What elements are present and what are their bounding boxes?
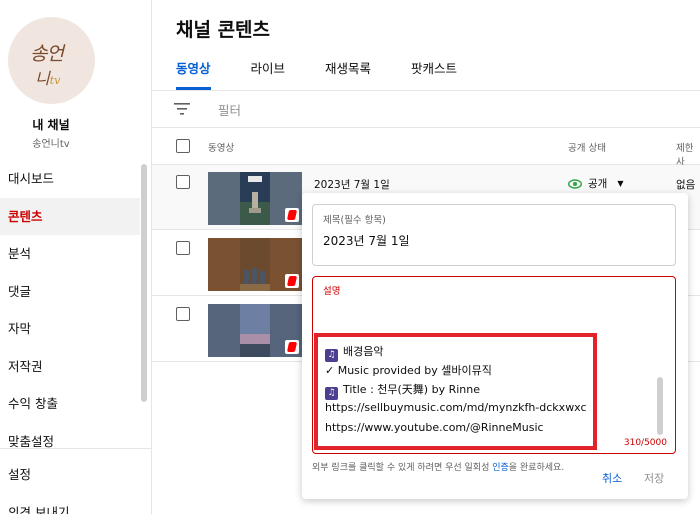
select-all-checkbox[interactable] xyxy=(176,139,190,153)
save-button[interactable]: 저장 xyxy=(644,470,664,486)
sidebar-divider xyxy=(0,448,152,449)
visibility-dropdown[interactable]: 공개 ▼ xyxy=(568,176,623,191)
main-content: 채널 콘텐츠 동영상 라이브 재생목록 팟캐스트 필터 동영상 공개 상태 제한… xyxy=(152,0,700,514)
shorts-icon xyxy=(285,274,299,288)
title-field-label: 제목(필수 항목) xyxy=(323,215,386,226)
verification-link[interactable]: 인증 xyxy=(492,463,509,473)
content-tabs: 동영상 라이브 재생목록 팟캐스트 xyxy=(176,58,497,90)
cancel-button[interactable]: 취소 xyxy=(602,470,622,486)
visibility-label: 공개 xyxy=(588,178,608,190)
verification-help-text: 외부 링크를 클릭할 수 있게 하려면 우선 일회성 인증을 완료하세요. xyxy=(312,463,565,473)
sidebar: 송언 니tv 내 채널 송언니tv 대시보드 콘텐츠 분석 댓글 자막 저작권 … xyxy=(0,0,152,514)
description-line[interactable]: ♫ 배경음악 xyxy=(325,343,383,362)
sidebar-item-content[interactable]: 콘텐츠 xyxy=(0,197,140,235)
page-title: 채널 콘텐츠 xyxy=(176,19,271,41)
column-header-video: 동영상 xyxy=(208,143,235,154)
row-checkbox[interactable] xyxy=(176,175,190,189)
shorts-icon xyxy=(285,340,299,354)
video-title[interactable]: 2023년 7월 1일 xyxy=(314,177,390,192)
caret-down-icon: ▼ xyxy=(617,179,624,188)
description-link[interactable]: https://www.youtube.com/@RinneMusic xyxy=(325,421,544,434)
thumbnail-image xyxy=(240,172,270,225)
channel-avatar[interactable]: 송언 니tv xyxy=(8,17,95,104)
avatar-text-line2: 니tv xyxy=(35,69,61,88)
description-line[interactable]: ♫ Title : 천무(天舞) by Rinne xyxy=(325,381,480,400)
sidebar-item-feedback[interactable]: 의견 보내기 xyxy=(0,494,140,514)
video-thumbnail[interactable] xyxy=(208,172,302,225)
sidebar-item-dashboard[interactable]: 대시보드 xyxy=(0,160,140,198)
description-link[interactable]: https://sellbuymusic.com/md/mynzkfh-dckx… xyxy=(325,401,587,414)
tab-playlists[interactable]: 재생목록 xyxy=(325,58,371,90)
filter-bar[interactable]: 필터 xyxy=(152,91,700,128)
tab-live[interactable]: 라이브 xyxy=(251,58,286,90)
sidebar-item-comments[interactable]: 댓글 xyxy=(0,273,140,311)
sidebar-item-customization[interactable]: 맞춤설정 xyxy=(0,423,140,461)
character-counter: 310/5000 xyxy=(623,438,667,448)
title-input[interactable]: 2023년 7월 1일 xyxy=(323,232,410,249)
music-note-icon: ♫ xyxy=(325,349,338,362)
sidebar-item-subtitles[interactable]: 자막 xyxy=(0,310,140,348)
description-scrollbar[interactable] xyxy=(657,377,663,435)
description-highlight-box: ♫ 배경음악 ✓ Music provided by 셀바이뮤직 ♫ Title :… xyxy=(314,333,597,450)
table-header: 동영상 공개 상태 제한사 xyxy=(152,128,700,168)
description-line[interactable]: ✓ Music provided by 셀바이뮤직 xyxy=(325,362,492,378)
description-field[interactable]: 설명 ♫ 배경음악 ✓ Music provided by 셀바이뮤직 ♫ Titl… xyxy=(312,276,676,454)
filter-input[interactable]: 필터 xyxy=(218,100,241,119)
sidebar-item-copyright[interactable]: 저작권 xyxy=(0,348,140,386)
music-note-icon: ♫ xyxy=(325,387,338,400)
avatar-text-line1: 송언 xyxy=(30,43,64,65)
sidebar-bottom-nav: 설정 의견 보내기 xyxy=(0,456,140,514)
thumbnail-image xyxy=(240,304,270,357)
video-thumbnail[interactable] xyxy=(208,304,302,357)
row-checkbox[interactable] xyxy=(176,307,190,321)
sidebar-item-analytics[interactable]: 분석 xyxy=(0,235,140,273)
tab-podcasts[interactable]: 팟캐스트 xyxy=(411,58,457,90)
row-checkbox[interactable] xyxy=(176,241,190,255)
channel-title: 내 채널 xyxy=(32,118,70,132)
sidebar-item-settings[interactable]: 설정 xyxy=(0,456,140,494)
restriction-value: 없음 xyxy=(676,179,696,191)
sidebar-nav: 대시보드 콘텐츠 분석 댓글 자막 저작권 수익 창출 맞춤설정 xyxy=(0,160,140,460)
video-thumbnail[interactable] xyxy=(208,238,302,291)
shorts-icon xyxy=(285,208,299,222)
title-field[interactable]: 제목(필수 항목) 2023년 7월 1일 xyxy=(312,204,676,266)
thumbnail-image xyxy=(240,238,270,291)
description-field-label: 설명 xyxy=(323,286,341,297)
eye-icon xyxy=(568,178,582,189)
tab-videos[interactable]: 동영상 xyxy=(176,58,211,90)
column-header-visibility[interactable]: 공개 상태 xyxy=(568,140,606,154)
sidebar-item-monetization[interactable]: 수익 창출 xyxy=(0,385,140,423)
channel-name: 송언니tv xyxy=(32,139,70,150)
filter-icon[interactable] xyxy=(174,103,190,115)
column-header-restriction[interactable]: 제한사 xyxy=(676,140,700,168)
quick-edit-panel: 제목(필수 항목) 2023년 7월 1일 설명 ♫ 배경음악 ✓ Music p… xyxy=(302,193,688,499)
sidebar-scrollbar[interactable] xyxy=(141,164,147,402)
